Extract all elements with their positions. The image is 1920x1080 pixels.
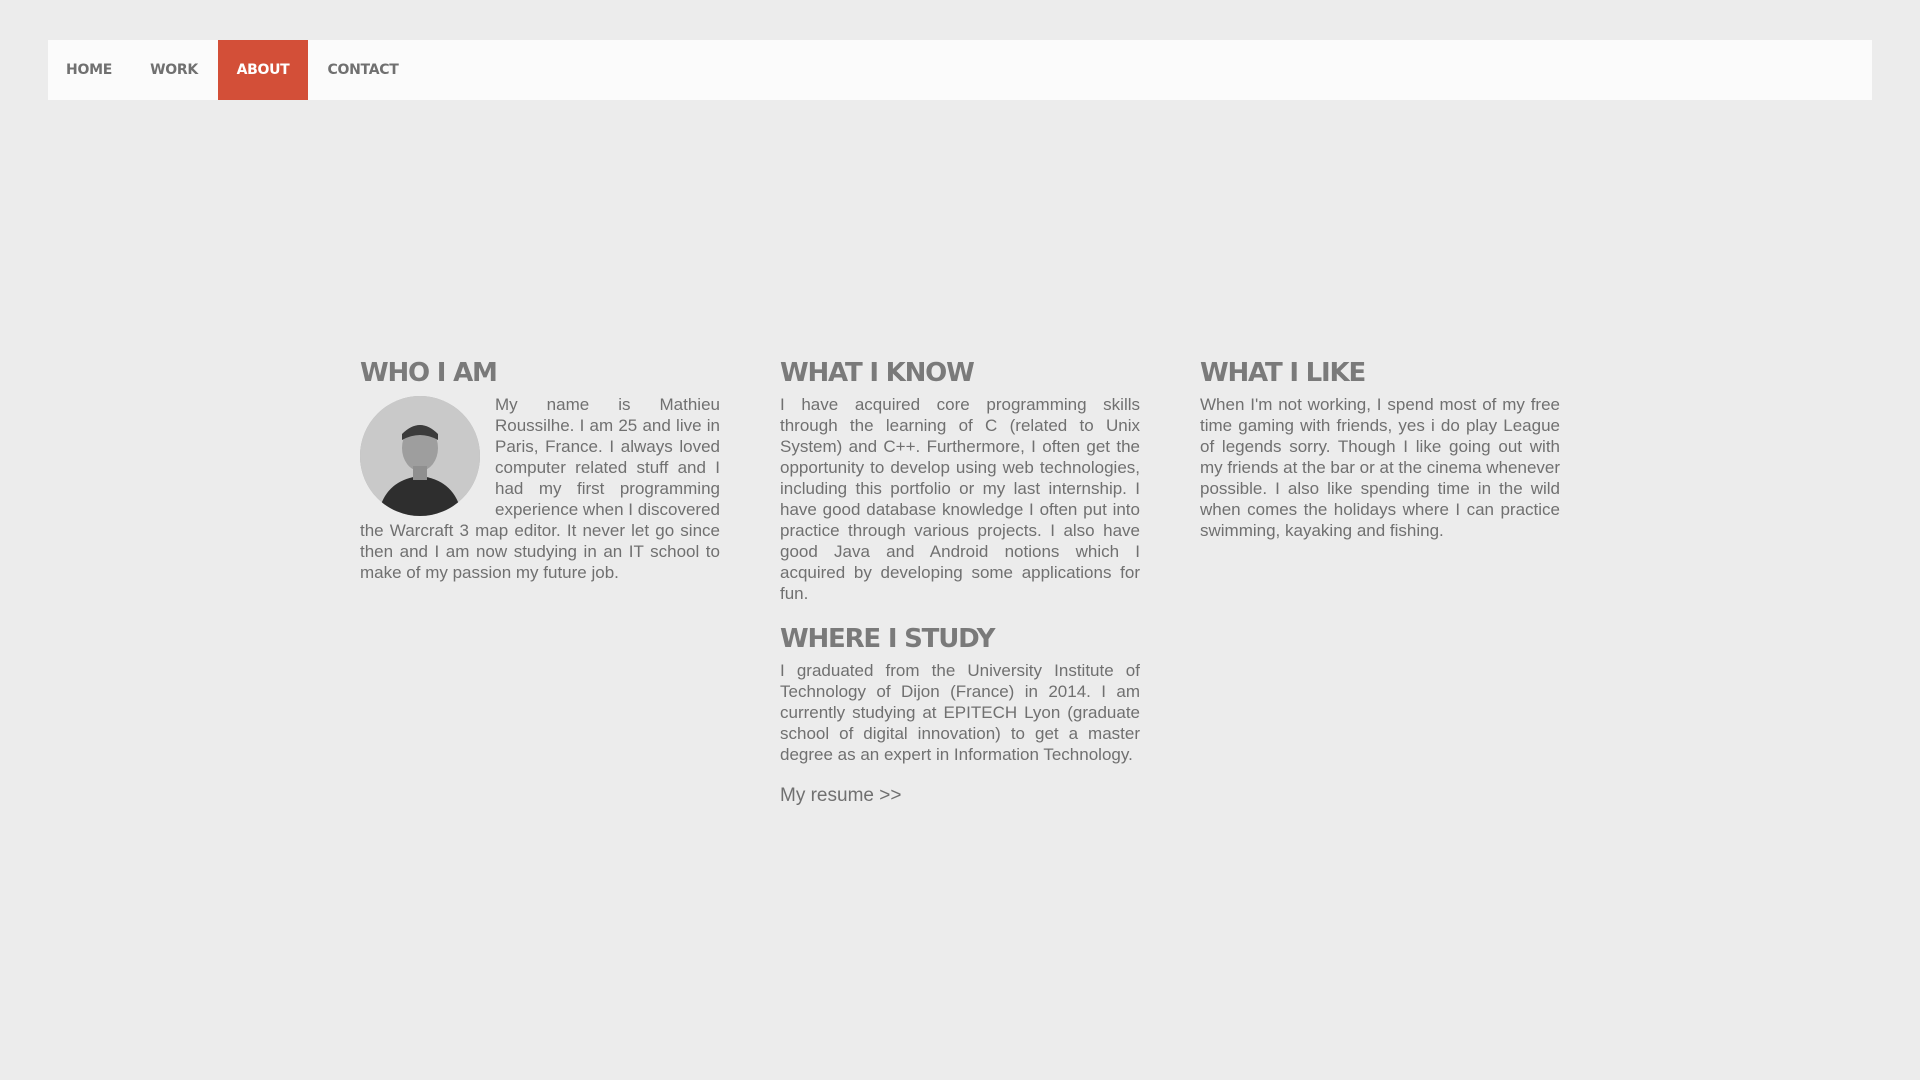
resume-link[interactable]: My resume >>: [780, 785, 901, 807]
what-i-like-text: When I'm not working, I spend most of my…: [1200, 395, 1561, 540]
what-i-know-title: WHAT I KNOW: [780, 358, 975, 388]
nav-item-about[interactable]: ABOUT: [218, 40, 308, 100]
nav-item-home[interactable]: HOME: [48, 40, 130, 100]
nav-item-work[interactable]: WORK: [130, 40, 218, 100]
person-portrait-icon: [360, 396, 480, 516]
where-i-study-text: I graduated from the University Institut…: [780, 661, 1140, 764]
avatar: [360, 396, 480, 516]
what-i-like-section: WHAT I LIKE When I'm not working, I spen…: [1200, 356, 1560, 807]
what-i-like-title: WHAT I LIKE: [1200, 358, 1366, 388]
what-i-know-text: I have acquired core programming skills …: [780, 395, 1140, 603]
top-navigation: HOME WORK ABOUT CONTACT: [48, 40, 1872, 100]
about-columns: WHO I AM My name is Mathieu Roussilhe. I…: [360, 356, 1560, 807]
who-i-am-section: WHO I AM My name is Mathieu Roussilhe. I…: [360, 356, 720, 807]
where-i-study-title: WHERE I STUDY: [780, 624, 995, 654]
what-i-know-section: WHAT I KNOW I have acquired core program…: [780, 356, 1140, 807]
who-i-am-title: WHO I AM: [360, 358, 498, 388]
nav-item-contact[interactable]: CONTACT: [308, 40, 418, 100]
